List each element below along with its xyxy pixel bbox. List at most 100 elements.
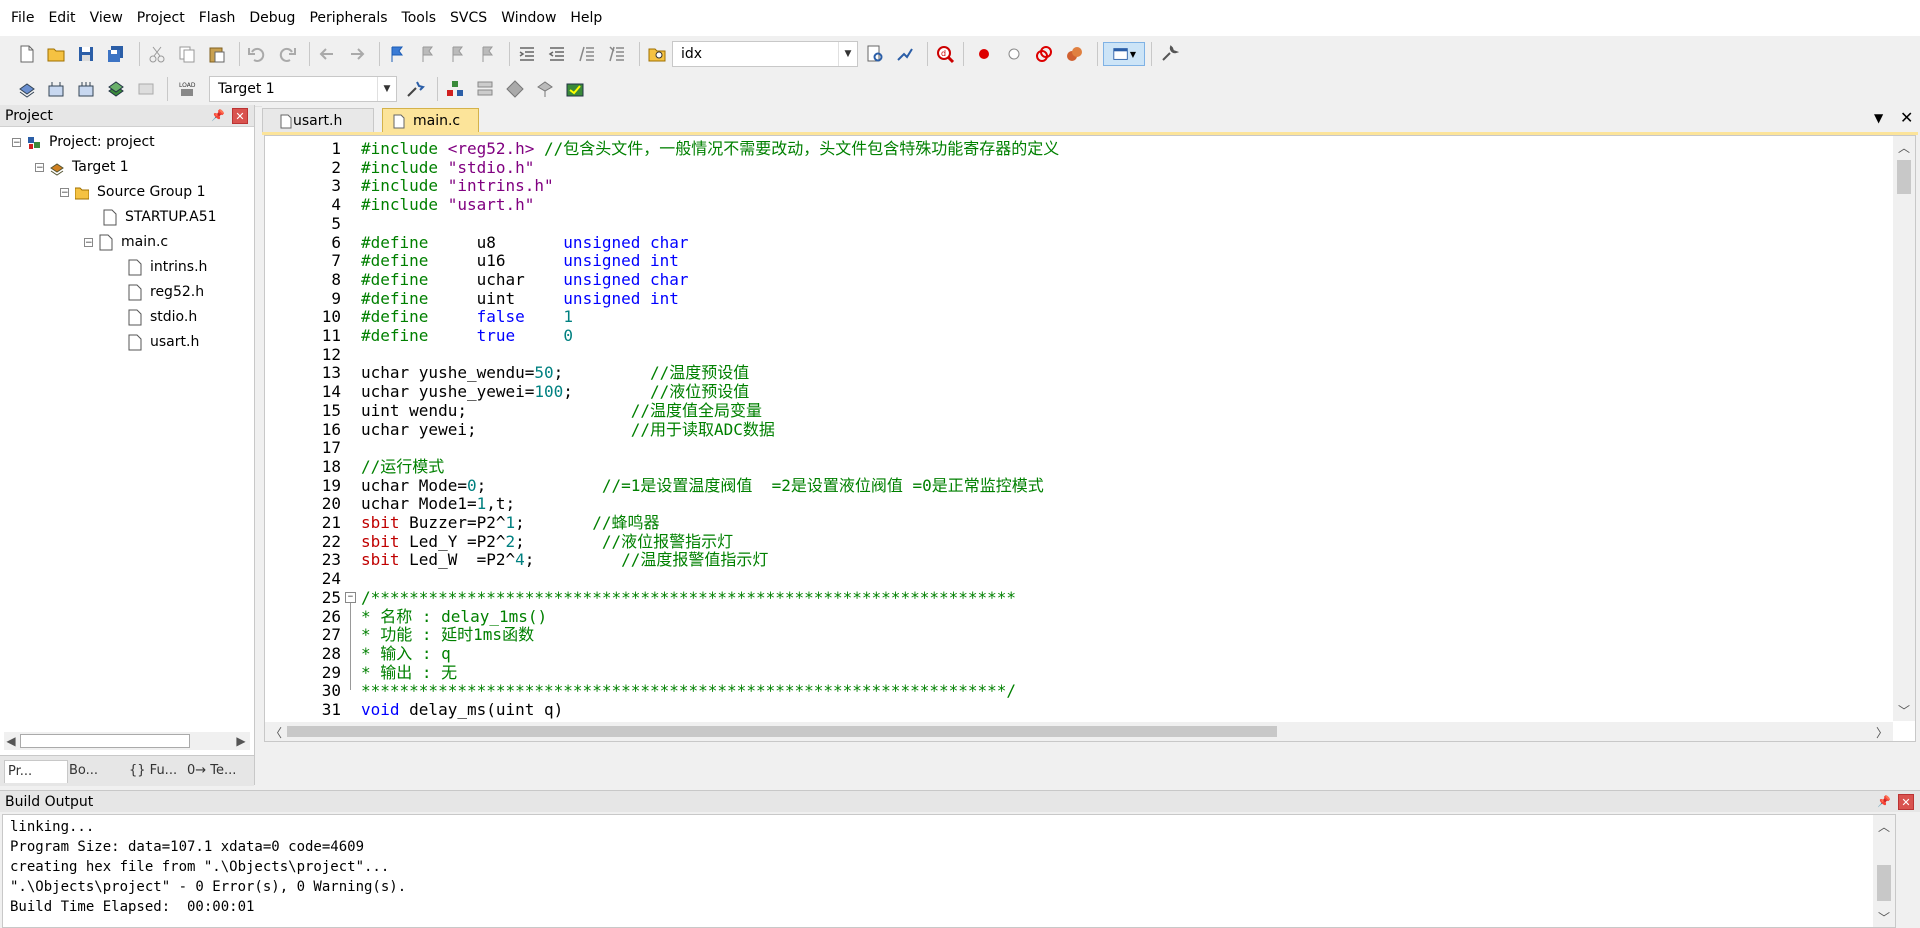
uncomment-icon[interactable] [605,42,629,66]
project-pane-tab[interactable]: Pr... [4,760,68,783]
tree-item[interactable]: intrins.h [128,256,207,278]
batch-build-icon[interactable] [104,77,128,101]
incremental-find-icon[interactable] [893,42,917,66]
collapse-icon[interactable]: − [35,162,44,172]
build-output-panel[interactable]: linking... Program Size: data=107.1 xdata… [2,814,1896,928]
configure-icon[interactable] [1157,42,1181,66]
insert-breakpoint-icon[interactable] [972,42,996,66]
editor-vscrollbar[interactable]: ︿ ﹀ [1893,136,1915,721]
menu-flash[interactable]: Flash [192,0,243,36]
new-file-icon[interactable] [15,42,39,66]
window-layout-icon[interactable]: ▼ [1103,42,1145,66]
scroll-right-icon[interactable]: ▶ [234,734,248,748]
tree-item[interactable]: − main.c [84,231,168,253]
tree-item[interactable]: stdio.h [128,306,197,328]
navigate-back-icon[interactable] [315,42,339,66]
code-editor[interactable]: 1 #include <reg52.h> //包含头文件，一般情况不需要改动，头文… [264,135,1916,742]
disable-breakpoints-icon[interactable] [1032,42,1056,66]
stop-build-icon[interactable] [134,77,158,101]
manage-project-items-icon[interactable] [443,77,467,101]
code-token: //包含头文件，一般情况不需要改动，头文件包含特殊功能寄存器的定义 [534,139,1060,158]
target-select[interactable]: Target 1 ▼ [209,76,397,102]
save-all-icon[interactable] [104,42,128,66]
rebuild-icon[interactable] [74,77,98,101]
menu-tools[interactable]: Tools [395,0,444,36]
editor-hscrollbar[interactable]: 〈 〉 [265,722,1893,741]
download-icon[interactable]: LOAD [175,77,199,101]
tab-list-icon[interactable]: ▼ [1874,111,1883,125]
close-tab-icon[interactable]: ✕ [1900,108,1913,127]
tree-item[interactable]: − Project: project [12,131,155,153]
line-number: 16 [321,419,341,439]
project-pane-tab[interactable]: Bo... [66,760,126,782]
tree-item[interactable]: − Source Group 1 [60,181,206,203]
pack-installer-icon[interactable] [563,77,587,101]
find-in-files-icon[interactable] [645,42,669,66]
prev-bookmark-icon[interactable] [415,42,439,66]
indent-icon[interactable] [515,42,539,66]
chevron-down-icon[interactable]: ▼ [838,42,857,66]
next-bookmark-icon[interactable] [445,42,469,66]
collapse-icon[interactable]: − [84,237,93,247]
build-vscrollbar[interactable]: ︿ ﹀ [1873,815,1895,927]
menu-view[interactable]: View [83,0,130,36]
navigate-forward-icon[interactable] [345,42,369,66]
menu-window[interactable]: Window [494,0,563,36]
scroll-up-icon[interactable]: ︿ [1877,818,1891,835]
enable-breakpoint-icon[interactable] [1002,42,1026,66]
pin-icon[interactable]: 📌 [1876,794,1892,810]
close-icon[interactable]: ✕ [232,108,248,124]
target-options-icon[interactable] [403,77,427,101]
open-file-icon[interactable] [44,42,68,66]
manage-multi-project-icon[interactable] [473,77,497,101]
menu-edit[interactable]: Edit [41,0,82,36]
tree-item[interactable]: − Target 1 [35,156,129,178]
menu-project[interactable]: Project [130,0,192,36]
comment-icon[interactable] [575,42,599,66]
tree-item[interactable]: reg52.h [128,281,204,303]
clear-bookmarks-icon[interactable] [475,42,499,66]
manage-rte-icon[interactable] [533,77,557,101]
tab-main-c[interactable]: main.c [382,108,479,133]
undo-icon[interactable] [245,42,269,66]
menu-peripherals[interactable]: Peripherals [302,0,394,36]
find-icon[interactable] [863,42,887,66]
kill-breakpoints-icon[interactable] [1062,42,1086,66]
unindent-icon[interactable] [545,42,569,66]
project-hscrollbar[interactable]: ◀ ▶ [4,732,250,750]
build-icon[interactable] [44,77,68,101]
scroll-left-icon[interactable]: 〈 [269,724,283,741]
cut-icon[interactable] [145,42,169,66]
select-packs-icon[interactable] [503,77,527,101]
chevron-down-icon[interactable]: ▼ [377,77,396,101]
collapse-icon[interactable]: − [12,137,21,147]
save-icon[interactable] [74,42,98,66]
menu-help[interactable]: Help [563,0,609,36]
project-pane-tab[interactable]: {} Fu... [126,760,184,782]
pin-icon[interactable]: 📌 [210,108,226,124]
scroll-up-icon[interactable]: ︿ [1897,139,1911,156]
redo-icon[interactable] [275,42,299,66]
scroll-right-icon[interactable]: 〉 [1875,724,1889,741]
collapse-icon[interactable]: − [60,187,69,197]
copy-icon[interactable] [175,42,199,66]
menu-file[interactable]: File [0,0,41,36]
code-text: #define false 1 [361,307,573,326]
scroll-down-icon[interactable]: ﹀ [1897,702,1911,719]
tree-item[interactable]: STARTUP.A51 [103,206,217,228]
tree-item-label: reg52.h [150,284,205,300]
bookmark-icon[interactable] [385,42,409,66]
fold-icon[interactable]: − [345,591,356,603]
menu-svcs[interactable]: SVCS [443,0,494,36]
tree-item[interactable]: usart.h [128,331,199,353]
debug-session-icon[interactable]: d [933,42,957,66]
project-pane-tab[interactable]: 0→ Te... [184,760,250,782]
close-icon[interactable]: ✕ [1898,794,1914,810]
tab-usart-h[interactable]: usart.h [262,108,374,133]
find-combo[interactable]: idx ▼ [672,41,858,67]
paste-icon[interactable] [205,42,229,66]
scroll-left-icon[interactable]: ◀ [4,734,18,748]
menu-debug[interactable]: Debug [242,0,302,36]
scroll-down-icon[interactable]: ﹀ [1877,909,1891,926]
translate-icon[interactable] [15,77,39,101]
